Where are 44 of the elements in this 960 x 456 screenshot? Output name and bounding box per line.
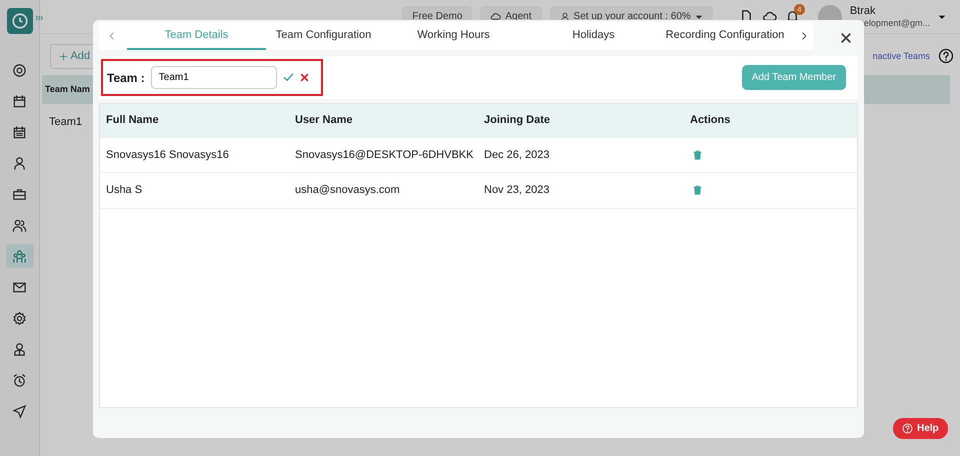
send-icon (12, 404, 27, 418)
calendar-icon (12, 124, 27, 140)
team-icon (12, 248, 27, 264)
settings-icon (12, 310, 27, 326)
table-cell-text: Usha S (105, 183, 144, 198)
table-cell-text: Nov 23, 2023 (483, 183, 550, 198)
column-header: Full Name (105, 113, 160, 128)
help-icon (902, 423, 913, 434)
tab[interactable]: Team Configuration (266, 22, 381, 50)
user-email: elopment@gm... (862, 18, 930, 30)
check-icon[interactable] (282, 72, 294, 83)
help-button[interactable]: Help (893, 418, 948, 439)
alarm-icon (12, 372, 27, 388)
cloud-icon (490, 11, 502, 22)
table-cell-text: Snovasys16 Snovasys16 (105, 148, 230, 162)
briefcase-icon (12, 186, 27, 202)
team-label: Team : (107, 70, 145, 86)
column-header: User Name (294, 113, 354, 128)
mail-icon (12, 280, 27, 294)
column-header: Joining Date (483, 113, 552, 128)
table-cell-text: Snovasys16@DESKTOP-6DHVBKK (294, 148, 474, 162)
logo-icon[interactable] (6, 8, 32, 34)
column-header: Actions (689, 113, 732, 128)
notification-count: 4 (794, 4, 805, 15)
trash-icon[interactable] (692, 148, 703, 161)
plus-icon (59, 52, 68, 61)
table-cell-text: Dec 26, 2023 (483, 148, 550, 162)
table-header: Team Nam (45, 84, 90, 94)
users-icon (12, 218, 27, 232)
help-icon[interactable] (938, 48, 954, 64)
user-name: Btrak (850, 4, 877, 18)
person-badge-icon (12, 342, 27, 356)
target-icon (12, 62, 27, 78)
caret-icon[interactable] (938, 12, 946, 20)
table-cell: Team1 (49, 116, 82, 128)
table-cell-text: usha@snovasys.com (294, 183, 401, 198)
cancel-icon[interactable] (300, 73, 309, 82)
calendar-icon (12, 94, 27, 108)
trash-icon[interactable] (692, 184, 703, 196)
close-icon[interactable] (840, 32, 852, 44)
user-icon (12, 156, 27, 170)
expand-icon[interactable] (34, 13, 46, 23)
team-name-field[interactable]: Team1 (150, 66, 277, 89)
user-icon (560, 12, 570, 22)
